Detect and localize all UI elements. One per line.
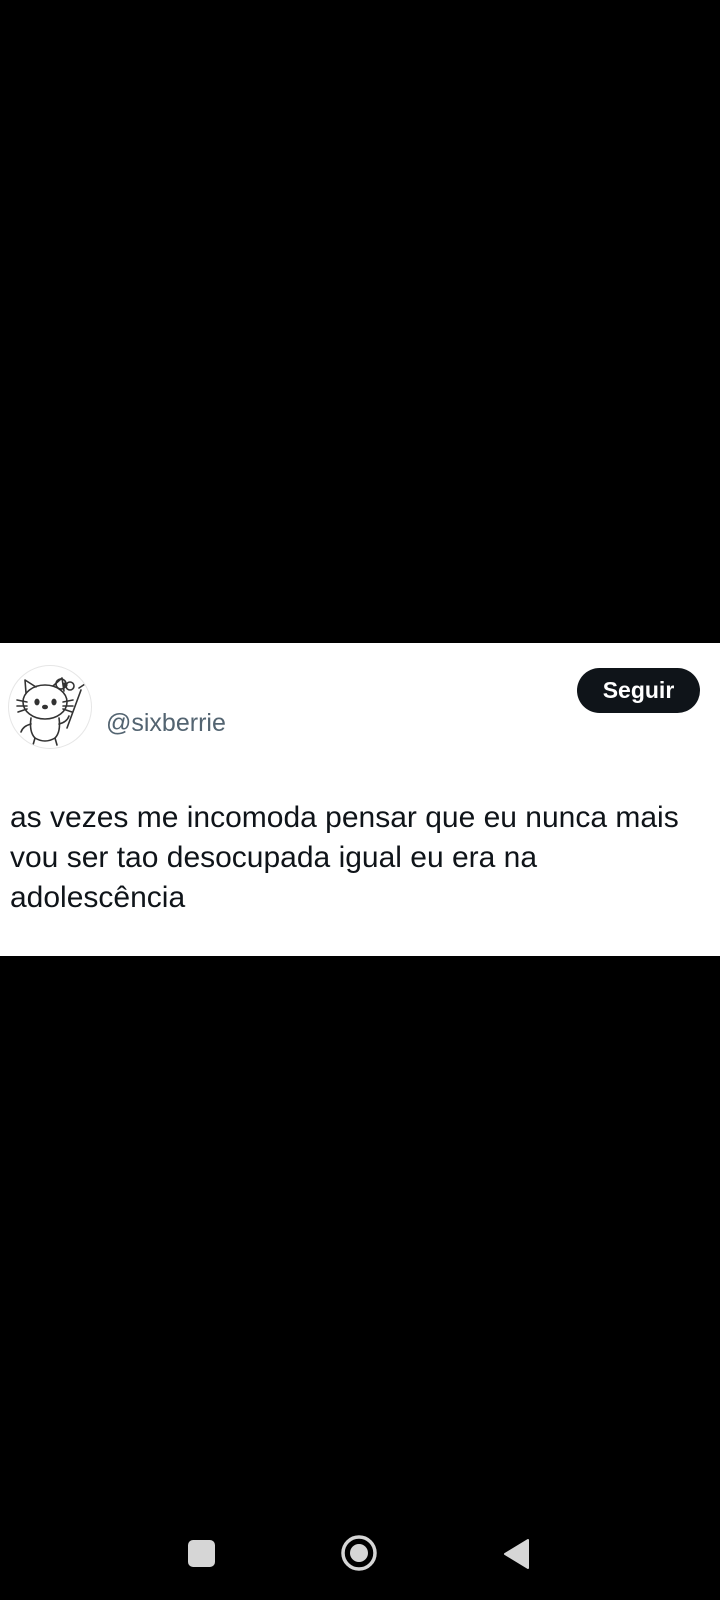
home-icon[interactable] — [340, 1534, 378, 1572]
tweet-text-line: adolescência — [10, 881, 186, 914]
recents-icon[interactable] — [188, 1540, 215, 1567]
tweet-text: as vezes me incomoda pensar que eu nunca… — [10, 798, 715, 918]
tweet-text-line: as vezes me incomoda pensar que eu nunca… — [10, 801, 679, 834]
user-handle[interactable]: @sixberrie — [106, 711, 226, 736]
system-navigation-bar — [0, 1500, 720, 1600]
avatar[interactable] — [8, 665, 92, 749]
tweet-card: @sixberrie Seguir as vezes me incomoda p… — [0, 643, 720, 956]
back-icon[interactable] — [502, 1538, 530, 1570]
follow-button[interactable]: Seguir — [577, 668, 700, 713]
tweet-text-line: vou ser tao desocupada igual eu era na — [10, 841, 538, 874]
hello-kitty-avatar-icon — [16, 677, 86, 746]
